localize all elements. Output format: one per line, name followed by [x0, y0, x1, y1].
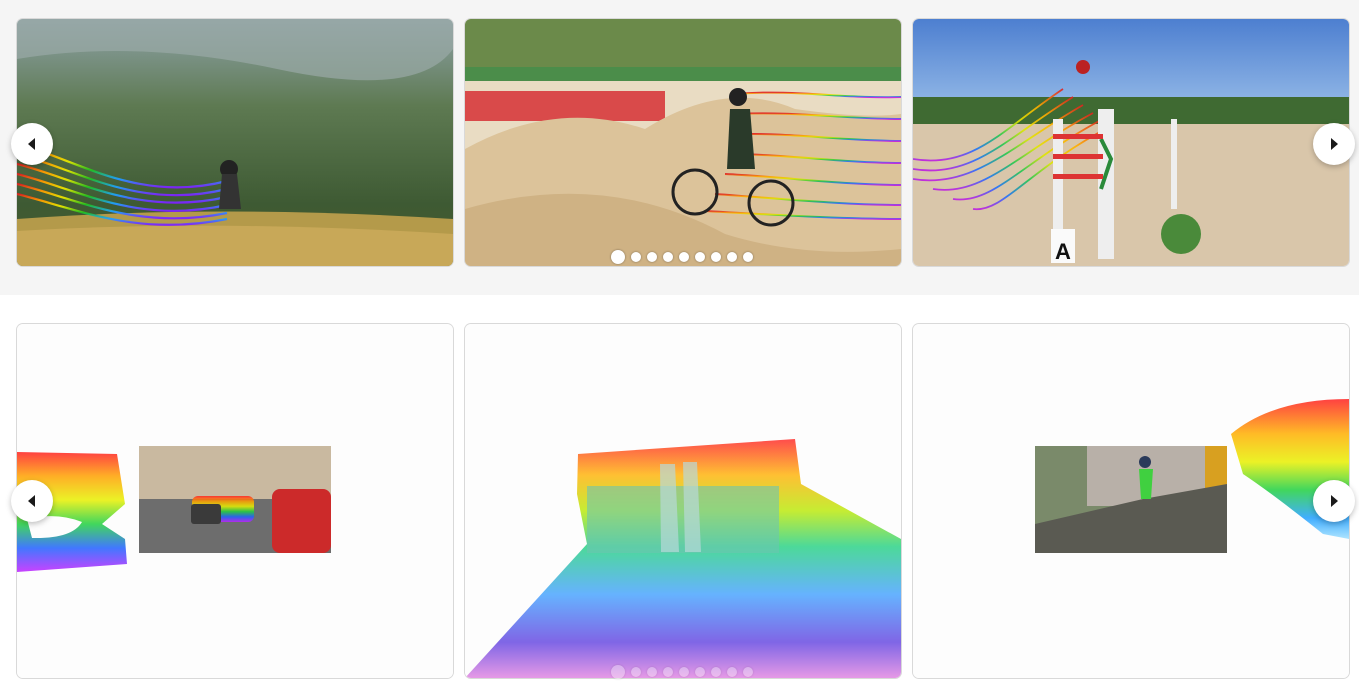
horse-jumping-image: A [913, 19, 1349, 266]
top-carousel-next-button[interactable] [1313, 123, 1355, 165]
pagination-dot[interactable] [727, 252, 737, 262]
tracking-results-carousel: A [0, 19, 1359, 266]
chevron-left-icon [28, 495, 35, 507]
slide-horse-jumping: A [913, 19, 1349, 266]
pagination-dot[interactable] [611, 250, 625, 264]
pagination-dot[interactable] [711, 252, 721, 262]
people-point-cloud-image [465, 324, 901, 678]
fence-sign-text: A [1055, 239, 1071, 264]
slide-skater-point-cloud [913, 324, 1349, 678]
pagination-dot[interactable] [695, 667, 705, 677]
car-point-cloud-image [17, 324, 453, 678]
chevron-left-icon [28, 138, 35, 150]
bottom-carousel-pagination [611, 665, 753, 679]
pagination-dot[interactable] [695, 252, 705, 262]
pagination-dot[interactable] [711, 667, 721, 677]
bottom-carousel-prev-button[interactable] [11, 480, 53, 522]
pagination-dot[interactable] [647, 252, 657, 262]
top-carousel-pagination [611, 250, 753, 264]
paraglider-image [17, 19, 453, 266]
bmx-image [465, 19, 901, 266]
slide-people-point-cloud [465, 324, 901, 678]
chevron-right-icon [1331, 495, 1338, 507]
bottom-carousel-next-button[interactable] [1313, 480, 1355, 522]
pagination-dot[interactable] [647, 667, 657, 677]
chevron-right-icon [1331, 138, 1338, 150]
skater-point-cloud-image [913, 324, 1349, 678]
pagination-dot[interactable] [631, 252, 641, 262]
pagination-dot[interactable] [663, 667, 673, 677]
pagination-dot[interactable] [679, 667, 689, 677]
pagination-dot[interactable] [611, 665, 625, 679]
point-cloud-carousel [0, 324, 1359, 679]
top-carousel-prev-button[interactable] [11, 123, 53, 165]
pagination-dot[interactable] [743, 252, 753, 262]
pagination-dot[interactable] [727, 667, 737, 677]
pagination-dot[interactable] [743, 667, 753, 677]
pagination-dot[interactable] [679, 252, 689, 262]
pagination-dot[interactable] [663, 252, 673, 262]
slide-bmx [465, 19, 901, 266]
slide-car-point-cloud [17, 324, 453, 678]
pagination-dot[interactable] [631, 667, 641, 677]
slide-paraglider [17, 19, 453, 266]
